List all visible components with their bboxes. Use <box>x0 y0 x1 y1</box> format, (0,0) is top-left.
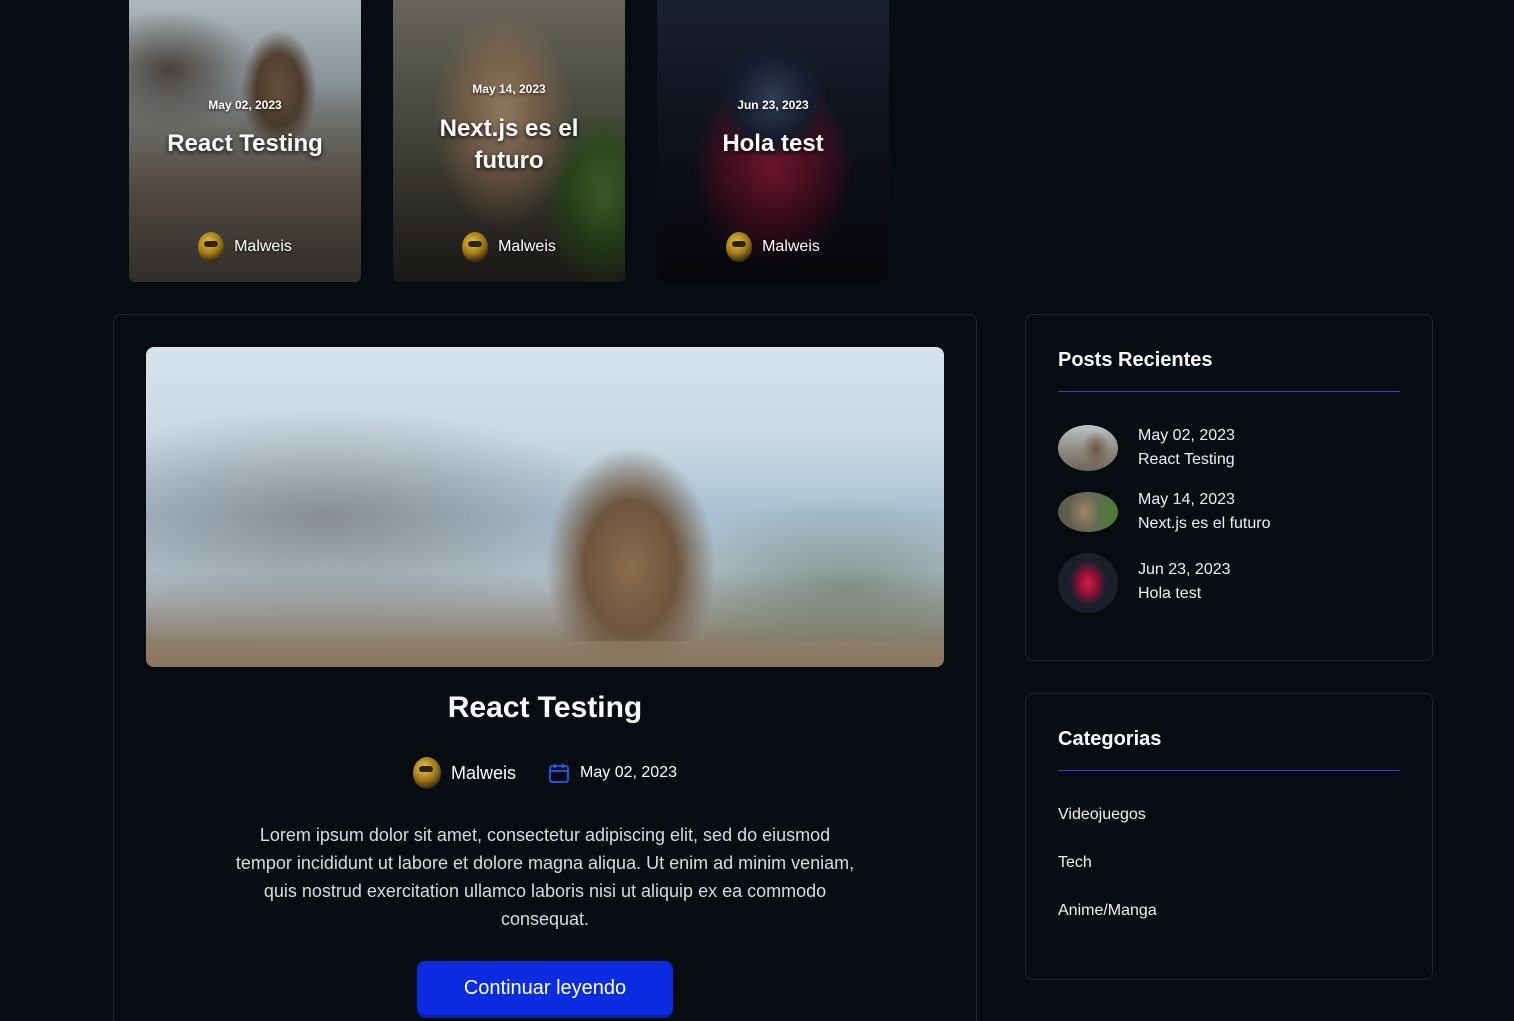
featured-card-author: Malweis <box>657 232 889 262</box>
featured-card-date: May 14, 2023 <box>472 82 546 96</box>
author-name: Malweis <box>762 238 820 255</box>
calendar-icon <box>548 762 570 784</box>
author-avatar <box>198 232 225 262</box>
featured-card-date: May 02, 2023 <box>208 98 282 112</box>
author-name: Malweis <box>498 238 556 255</box>
featured-card-author: Malweis <box>129 232 361 262</box>
featured-card-nextjs[interactable]: May 14, 2023 Next.js es el futuro Malwei… <box>393 0 625 282</box>
post-title[interactable]: React Testing <box>114 691 976 725</box>
category-anime-manga[interactable]: Anime/Manga <box>1058 902 1157 920</box>
featured-card-date: Jun 23, 2023 <box>737 98 809 112</box>
read-more-button[interactable]: Continuar leyendo <box>417 961 673 1015</box>
featured-card-title: Hola test <box>722 130 824 157</box>
author-avatar <box>462 232 489 262</box>
recent-post-date: Jun 23, 2023 <box>1138 561 1231 578</box>
recent-post-title: React Testing <box>1138 451 1235 468</box>
post-meta: Malweis May 02, 2023 <box>114 757 976 789</box>
featured-card-title: Next.js es el futuro <box>439 115 579 174</box>
recent-post-thumbnail <box>1058 553 1118 613</box>
post-author: Malweis <box>413 757 516 789</box>
featured-card-react-testing[interactable]: May 02, 2023 React Testing Malweis <box>129 0 361 282</box>
recent-post-title: Hola test <box>1138 585 1202 602</box>
divider <box>1058 391 1400 392</box>
main-post-card: React Testing Malweis May 02, 2023 Lorem… <box>113 314 977 1021</box>
post-cover-image[interactable] <box>146 347 944 667</box>
featured-card-title: React Testing <box>167 130 323 157</box>
recent-post-item[interactable]: May 02, 2023 React Testing <box>1058 425 1398 485</box>
recent-post-thumbnail <box>1058 425 1118 471</box>
post-excerpt: Lorem ipsum dolor sit amet, consectetur … <box>235 825 855 929</box>
recent-post-title: Next.js es el futuro <box>1138 515 1271 532</box>
author-avatar <box>413 757 442 789</box>
categories-title: Categorias <box>1058 728 1162 750</box>
featured-card-author: Malweis <box>393 232 625 262</box>
recent-post-date: May 02, 2023 <box>1138 427 1235 444</box>
author-name: Malweis <box>451 762 517 783</box>
author-avatar <box>726 232 753 262</box>
categories-widget: Categorias Videojuegos Tech Anime/Manga <box>1025 693 1433 980</box>
divider <box>1058 770 1400 771</box>
recent-post-thumbnail <box>1058 492 1118 532</box>
author-name: Malweis <box>234 238 292 255</box>
post-date: May 02, 2023 <box>548 762 677 784</box>
category-tech[interactable]: Tech <box>1058 854 1092 872</box>
recent-post-date: May 14, 2023 <box>1138 491 1235 508</box>
recent-posts-widget: Posts Recientes May 02, 2023 React Testi… <box>1025 314 1433 661</box>
category-videojuegos[interactable]: Videojuegos <box>1058 806 1146 824</box>
recent-post-item[interactable]: May 14, 2023 Next.js es el futuro <box>1058 490 1398 550</box>
post-date-text: May 02, 2023 <box>580 764 677 781</box>
recent-posts-title: Posts Recientes <box>1058 349 1213 371</box>
featured-card-hola-test[interactable]: Jun 23, 2023 Hola test Malweis <box>657 0 889 282</box>
recent-post-item[interactable]: Jun 23, 2023 Hola test <box>1058 553 1398 613</box>
